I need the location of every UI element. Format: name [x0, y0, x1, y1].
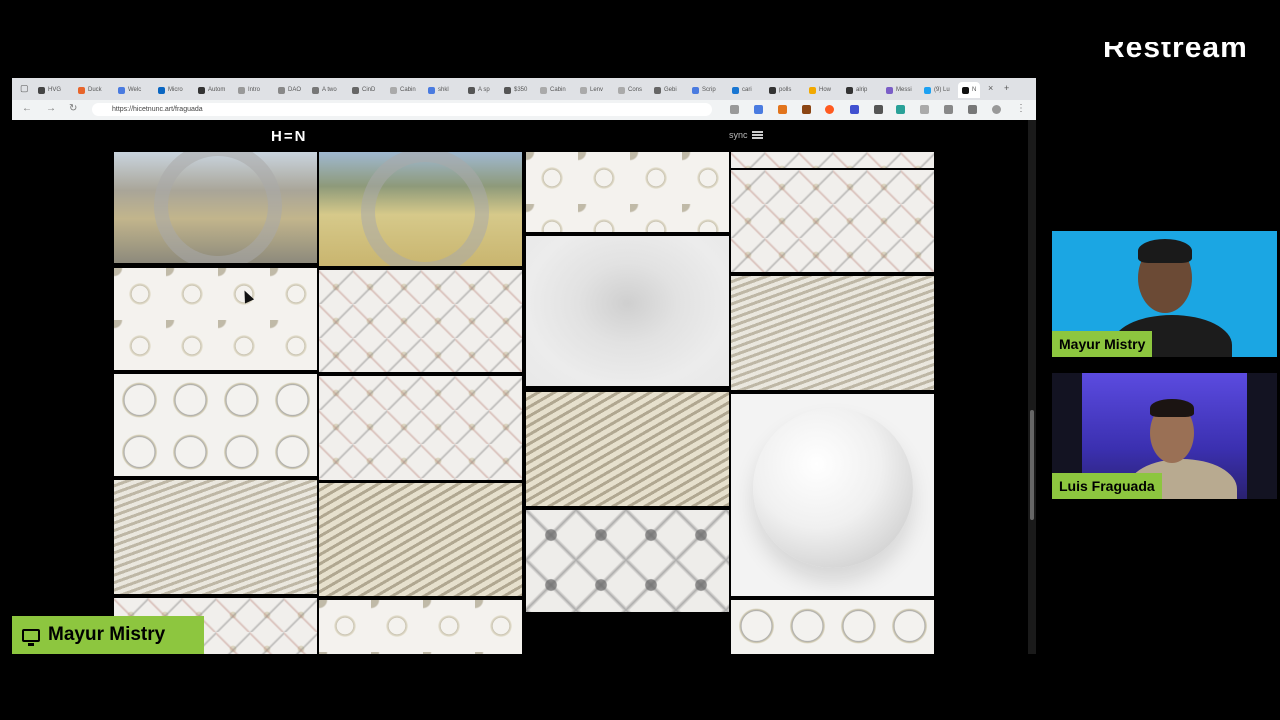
- back-icon[interactable]: ←: [22, 103, 32, 114]
- tab[interactable]: CinD: [352, 82, 375, 98]
- extension-icon[interactable]: [802, 105, 811, 114]
- extension-icon[interactable]: [896, 105, 905, 114]
- page-scrollbar[interactable]: [1028, 120, 1036, 654]
- profile-icon[interactable]: [992, 105, 1001, 114]
- extension-icon[interactable]: [874, 105, 883, 114]
- tab[interactable]: Cabin: [540, 82, 566, 98]
- tab[interactable]: shkl: [428, 82, 449, 98]
- tab[interactable]: (9) Lu: [924, 82, 950, 98]
- artwork-thumbnail[interactable]: [731, 152, 934, 168]
- extension-icon[interactable]: [850, 105, 859, 114]
- hicetnunc-gallery-page: H=N sync: [12, 120, 1028, 654]
- reload-icon[interactable]: ↻: [69, 103, 77, 114]
- tab[interactable]: DAO: [278, 82, 301, 98]
- screen-share-icon: [22, 628, 40, 646]
- presenter-name: Mayur Mistry: [48, 624, 166, 645]
- tab[interactable]: polls: [769, 82, 791, 98]
- artwork-thumbnail[interactable]: [526, 392, 729, 506]
- tab[interactable]: alrip: [846, 82, 867, 98]
- artwork-thumbnail[interactable]: [319, 376, 522, 480]
- artwork-thumbnail[interactable]: [526, 236, 729, 386]
- artwork-thumbnail[interactable]: [319, 152, 522, 266]
- artwork-thumbnail[interactable]: [526, 152, 729, 232]
- tab-bar: ▢ HVG Duck Welc Micro Autom Intro DAO A …: [12, 78, 1036, 100]
- extension-icon[interactable]: [754, 105, 763, 114]
- shared-screen-browser: ▢ HVG Duck Welc Micro Autom Intro DAO A …: [12, 78, 1036, 654]
- artwork-thumbnail[interactable]: [731, 600, 934, 654]
- tab[interactable]: $350: [504, 82, 527, 98]
- browser-toolbar: ← → ↻ https://hicetnunc.art/fraguada ⋮: [12, 100, 1036, 121]
- extension-icon[interactable]: [968, 105, 977, 114]
- artwork-thumbnail[interactable]: [526, 510, 729, 612]
- tab[interactable]: Micro: [158, 82, 183, 98]
- tab[interactable]: A sp: [468, 82, 490, 98]
- participant-name-tag: Luis Fraguada: [1052, 473, 1162, 499]
- restream-watermark: Restream: [1103, 42, 1248, 64]
- participant-video: Mayur Mistry: [1052, 231, 1277, 357]
- artwork-thumbnail[interactable]: [319, 270, 522, 372]
- tab[interactable]: Messi: [886, 82, 912, 98]
- tab[interactable]: cari: [732, 82, 752, 98]
- tab[interactable]: Gebi: [654, 82, 677, 98]
- sphere-render: [753, 408, 913, 568]
- artwork-thumbnail[interactable]: [319, 483, 522, 596]
- new-tab-icon[interactable]: +: [1004, 83, 1009, 93]
- tab[interactable]: A two: [312, 82, 337, 98]
- sync-label[interactable]: sync: [729, 130, 748, 140]
- artwork-thumbnail[interactable]: [731, 276, 934, 390]
- artwork-thumbnail[interactable]: [114, 374, 317, 476]
- tab[interactable]: How: [809, 82, 831, 98]
- tab-active[interactable]: N: [958, 82, 981, 98]
- participant-video: Luis Fraguada: [1052, 373, 1277, 499]
- artwork-thumbnail[interactable]: [114, 152, 317, 263]
- menu-dots-icon[interactable]: ⋮: [1016, 103, 1026, 114]
- tab[interactable]: Lenv: [580, 82, 603, 98]
- tab[interactable]: HVG: [38, 82, 61, 98]
- presenter-label: Mayur Mistry: [12, 616, 204, 654]
- extension-icon[interactable]: [920, 105, 929, 114]
- extension-icon[interactable]: [944, 105, 953, 114]
- tab-menu-icon[interactable]: ▢: [20, 83, 29, 94]
- address-bar[interactable]: https://hicetnunc.art/fraguada: [92, 103, 712, 116]
- tab[interactable]: Autom: [198, 82, 225, 98]
- site-logo[interactable]: H=N: [271, 128, 307, 145]
- extension-icon[interactable]: [730, 105, 739, 114]
- participant-name-tag: Mayur Mistry: [1052, 331, 1153, 357]
- tab[interactable]: Cons: [618, 82, 642, 98]
- tab[interactable]: Welc: [118, 82, 141, 98]
- scrollbar-thumb[interactable]: [1030, 410, 1034, 520]
- close-tab-icon[interactable]: ×: [988, 83, 993, 93]
- artwork-thumbnail[interactable]: [731, 170, 934, 272]
- tab[interactable]: Intro: [238, 82, 260, 98]
- artwork-thumbnail[interactable]: [731, 394, 934, 596]
- extension-icon[interactable]: [825, 105, 834, 114]
- extension-icon[interactable]: [778, 105, 787, 114]
- tab[interactable]: Duck: [78, 82, 102, 98]
- hamburger-menu-icon[interactable]: [751, 131, 763, 139]
- tab[interactable]: Scrip: [692, 82, 716, 98]
- forward-icon[interactable]: →: [46, 103, 56, 114]
- sync-menu[interactable]: sync: [729, 130, 763, 140]
- tab[interactable]: Cabin: [390, 82, 416, 98]
- artwork-thumbnail[interactable]: [319, 600, 522, 654]
- artwork-thumbnail[interactable]: [114, 480, 317, 594]
- artwork-thumbnail[interactable]: [114, 268, 317, 370]
